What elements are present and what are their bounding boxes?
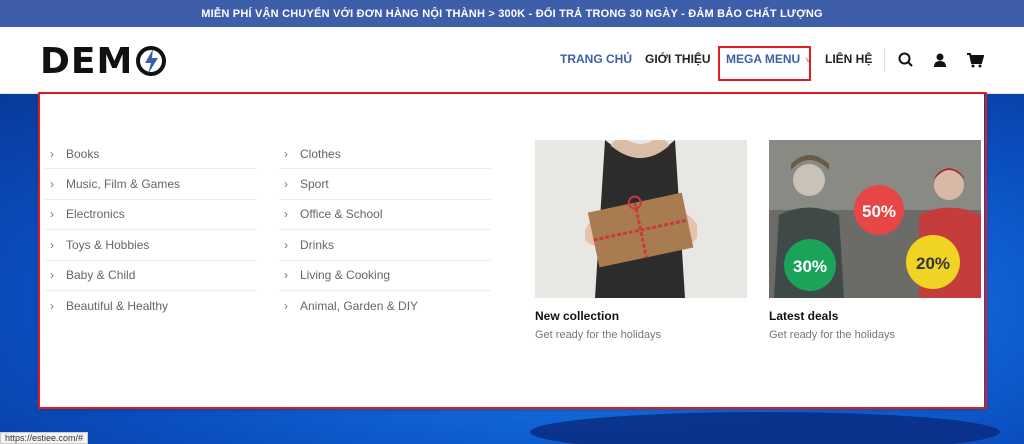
menu-item-label: Books xyxy=(66,146,100,161)
menu-item[interactable]: › Animal, Garden & DIY xyxy=(279,291,491,321)
cart-icon[interactable] xyxy=(966,51,985,69)
chevron-right-icon: › xyxy=(50,177,54,192)
announcement-bar: MIỄN PHÍ VẬN CHUYỂN VỚI ĐƠN HÀNG NỘI THÀ… xyxy=(0,0,1024,27)
menu-item-label: Clothes xyxy=(300,146,341,161)
site-header: DEM TRANG CHỦ GIỚI THIỆU MEGA MENU ˅ LIÊ… xyxy=(0,27,1024,94)
logo-bolt-icon xyxy=(135,45,167,77)
menu-item-label: Electronics xyxy=(66,207,125,222)
svg-text:20%: 20% xyxy=(916,254,950,273)
chevron-right-icon: › xyxy=(284,237,288,252)
chevron-right-icon: › xyxy=(284,268,288,283)
menu-item[interactable]: › Office & School xyxy=(279,200,491,231)
menu-item[interactable]: › Sport xyxy=(279,169,491,200)
announcement-text: MIỄN PHÍ VẬN CHUYỂN VỚI ĐƠN HÀNG NỘI THÀ… xyxy=(201,7,823,20)
promo-title: Latest deals xyxy=(769,309,839,323)
menu-item[interactable]: › Baby & Child xyxy=(45,261,257,291)
menu-item[interactable]: › Living & Cooking xyxy=(279,261,491,291)
nav-contact[interactable]: LIÊN HỆ xyxy=(825,52,872,66)
menu-item[interactable]: › Music, Film & Games xyxy=(45,169,257,200)
mannequin-image: 50% 30% 20% xyxy=(769,140,981,298)
menu-item-label: Music, Film & Games xyxy=(66,177,181,192)
menu-item[interactable]: › Beautiful & Healthy xyxy=(45,291,257,321)
promo-latest-deals[interactable]: 50% 30% 20% Latest deals Get ready for t… xyxy=(769,140,981,341)
promo-new-collection[interactable]: New collection Get ready for the holiday… xyxy=(535,140,747,341)
logo-text: DEM xyxy=(40,40,134,82)
status-url: https://estiee.com/# xyxy=(0,432,89,444)
menu-item-label: Animal, Garden & DIY xyxy=(300,299,419,314)
menu-item-label: Living & Cooking xyxy=(300,268,391,283)
menu-item-label: Sport xyxy=(300,177,329,192)
menu-item-label: Beautiful & Healthy xyxy=(66,299,169,314)
menu-item-label: Drinks xyxy=(300,237,335,252)
chevron-right-icon: › xyxy=(50,146,54,161)
gift-image xyxy=(535,140,747,298)
menu-item[interactable]: › Books xyxy=(45,139,257,170)
user-icon[interactable] xyxy=(931,51,949,69)
menu-item-label: Baby & Child xyxy=(66,268,136,283)
menu-item[interactable]: › Drinks xyxy=(279,230,491,261)
menu-item[interactable]: › Toys & Hobbies xyxy=(45,230,257,261)
promo-title: New collection xyxy=(535,309,620,323)
chevron-right-icon: › xyxy=(50,207,54,222)
mega-menu-highlight xyxy=(718,46,811,81)
menu-column-1: › Books › Music, Film & Games › Electronics › T… xyxy=(45,139,257,321)
svg-text:50%: 50% xyxy=(862,202,896,221)
chevron-right-icon: › xyxy=(50,237,54,252)
promo-subtitle: Get ready for the holidays xyxy=(535,329,661,341)
promo-subtitle: Get ready for the holidays xyxy=(769,329,895,341)
menu-item-label: Office & School xyxy=(300,207,383,222)
nav-divider xyxy=(884,48,885,72)
chevron-right-icon: › xyxy=(284,177,288,192)
chevron-right-icon: › xyxy=(50,299,54,314)
chevron-right-icon: › xyxy=(284,299,288,314)
chevron-right-icon: › xyxy=(284,146,288,161)
menu-item[interactable]: › Clothes xyxy=(279,139,491,170)
chevron-right-icon: › xyxy=(284,207,288,222)
menu-item[interactable]: › Electronics xyxy=(45,200,257,231)
mega-menu-dropdown: › Books › Music, Film & Games › Electronics › T… xyxy=(40,94,984,407)
menu-column-2: › Clothes › Sport › Office & School › Drinks › Li… xyxy=(279,139,491,321)
svg-text:30%: 30% xyxy=(793,257,827,276)
hero-ellipse xyxy=(530,412,1000,444)
nav-about[interactable]: GIỚI THIỆU xyxy=(645,52,711,66)
menu-item-label: Toys & Hobbies xyxy=(66,237,150,252)
nav-home[interactable]: TRANG CHỦ xyxy=(560,52,632,66)
chevron-right-icon: › xyxy=(50,268,54,283)
site-logo[interactable]: DEM xyxy=(40,39,167,83)
search-icon[interactable] xyxy=(897,51,915,69)
